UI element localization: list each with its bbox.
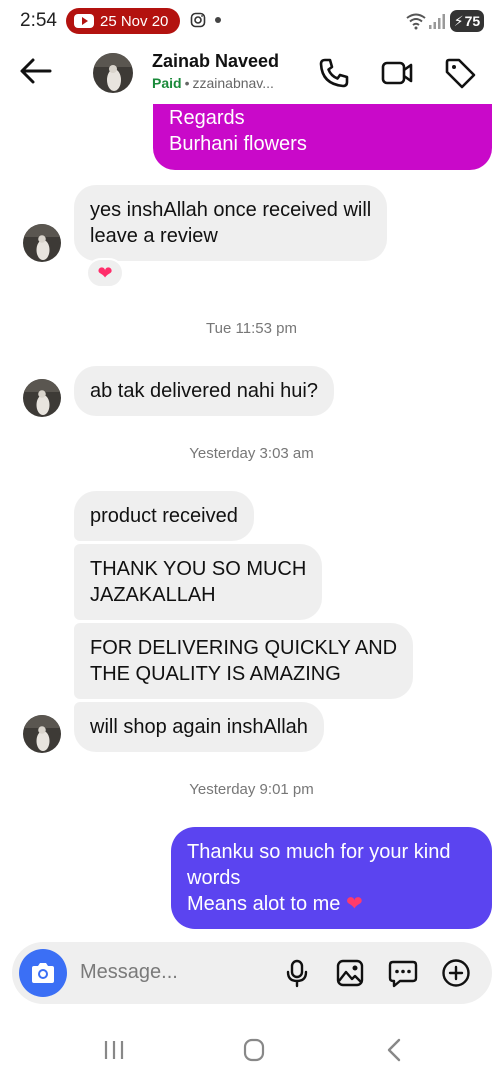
sender-avatar[interactable] [23,715,61,753]
contact-name[interactable]: Zainab Naveed [152,51,279,72]
timestamp: Yesterday 3:03 am [189,445,314,462]
youtube-icon [74,14,94,28]
message-input[interactable]: Message... [80,961,178,984]
heart-icon: ❤ [97,262,113,283]
message-line: words [187,867,241,889]
contact-avatar[interactable] [93,53,133,93]
phone-icon[interactable] [317,56,351,90]
message-line: THANK YOU SO MUCH [90,558,307,580]
separator-dot: • [184,75,190,91]
message-line: THE QUALITY IS AMAZING [90,663,341,685]
camera-button[interactable] [19,949,67,997]
message-line: Burhani flowers [169,133,307,155]
notification-pill[interactable]: 25 Nov 20 [66,8,180,34]
message-composer: Message... [12,942,492,1004]
message-line: FOR DELIVERING QUICKLY AND [90,637,398,659]
message-line: leave a review [90,225,218,247]
contact-username: zzainabnav... [192,75,274,91]
gallery-icon[interactable] [335,958,365,988]
camera-icon [32,963,54,983]
signal-icon [429,14,445,29]
contact-subtitle: Paid • zzainabnav... [152,75,274,91]
tag-icon[interactable] [443,56,477,90]
heart-icon: ❤ [345,893,363,915]
outgoing-message[interactable]: Thanku so much for your kind words Means… [171,827,492,929]
timestamp: Yesterday 9:01 pm [189,781,314,798]
incoming-message[interactable]: product received [74,491,254,541]
instagram-icon [190,12,206,28]
message-reaction[interactable]: ❤ [86,258,124,288]
incoming-message[interactable]: ab tak delivered nahi hui? [74,366,334,416]
message-line: JAZAKALLAH [90,584,216,606]
message-line: Thanku so much for your kind [187,841,451,863]
charging-icon: ⚡ [453,12,464,29]
incoming-message[interactable]: yes inshAllah once received will leave a… [74,185,388,261]
sender-avatar[interactable] [23,224,61,262]
status-time: 2:54 [20,10,57,31]
outgoing-message-previous[interactable]: Regards Burhani flowers [153,104,492,170]
notification-dot [215,17,221,23]
incoming-message[interactable]: FOR DELIVERING QUICKLY AND THE QUALITY I… [74,623,414,699]
message-line: yes inshAllah once received will [90,199,372,221]
status-bar: 2:54 25 Nov 20 ⚡ 75 [0,0,503,40]
incoming-message[interactable]: THANK YOU SO MUCH JAZAKALLAH [74,544,323,620]
message-line: Regards [169,107,245,129]
battery-level: 75 [464,13,481,29]
battery-indicator: ⚡ 75 [450,10,484,32]
video-call-icon[interactable] [380,56,414,90]
system-navigation-bar [0,1020,503,1080]
recents-icon[interactable] [99,1036,129,1064]
back-nav-icon[interactable] [380,1036,410,1064]
paid-status: Paid [152,75,182,91]
message-line: Means alot to me ❤ [187,893,363,915]
chat-header: Zainab Naveed Paid • zzainabnav... [0,42,503,104]
sticker-icon[interactable] [388,958,418,988]
home-icon[interactable] [239,1036,269,1064]
notification-pill-text: 25 Nov 20 [100,12,169,30]
sender-avatar[interactable] [23,379,61,417]
back-arrow-icon[interactable] [18,56,54,86]
incoming-message[interactable]: will shop again inshAllah [74,702,324,752]
microphone-icon[interactable] [282,958,312,988]
wifi-icon [406,13,426,30]
add-icon[interactable] [441,958,471,988]
timestamp: Tue 11:53 pm [206,320,297,337]
